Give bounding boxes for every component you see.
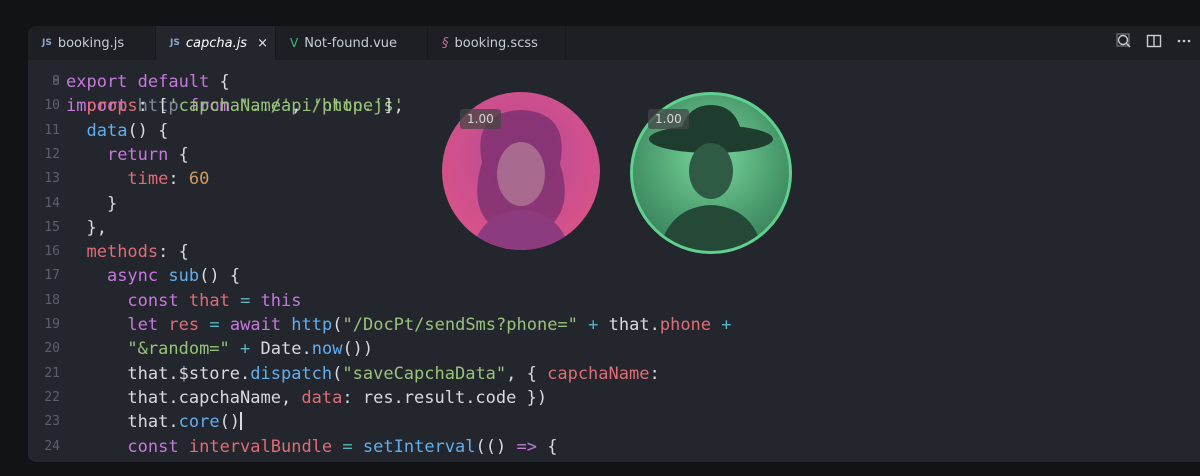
line-number: 9 [52,74,60,89]
tab-bar: JS booking.js JS capcha.js × V Not-found… [28,26,1200,60]
line-number: 19 [44,317,60,332]
code-text: data() { [86,120,169,141]
code-text: const intervalBundle = setInterval(() =>… [127,436,558,457]
line-number: 23 [44,414,60,430]
code-text: "&random=" + Date.now()) [127,339,374,360]
zoom-level-label-left: 1.00 [460,109,501,129]
line-number: 21 [44,365,60,381]
line-number: 12 [44,146,60,162]
code-editor[interactable]: 8 import http from '../api/http.js' 9 exp… [28,60,1200,462]
tab-booking-scss[interactable]: § booking.scss [428,26,566,60]
code-text: const that = this [127,290,302,311]
tab-label: booking.scss [454,35,538,51]
code-text: that.core() [127,412,243,433]
code-text: let res = await http("/DocPt/sendSms?pho… [127,315,732,335]
line-number: 22 [44,389,60,405]
code-text: } [106,193,118,214]
code-line-partial: 8 import http from '../api/http.js' [52,74,404,116]
search-icon[interactable] [1116,33,1132,53]
code-text: that.capchaName, data: res.result.code }… [127,387,548,408]
tab-not-found-vue[interactable]: V Not-found.vue [276,26,428,60]
code-text: return { [106,144,189,165]
code-text: methods: { [86,242,189,263]
editor-actions [1116,26,1192,60]
scss-file-icon: § [442,35,449,51]
close-icon[interactable]: × [257,36,268,51]
line-number: 11 [44,122,60,138]
tab-label: capcha.js [185,35,248,51]
code-text: that.$store.dispatch("saveCapchaData", {… [127,363,660,384]
code-text: props: ['capchaName', 'phone'], [86,96,404,117]
line-number: 17 [44,268,60,284]
tab-label: Not-found.vue [304,35,398,51]
js-file-icon: JS [170,38,180,48]
editor-window: JS booking.js JS capcha.js × V Not-found… [28,26,1200,462]
line-number: 15 [44,219,60,235]
split-editor-icon[interactable] [1146,33,1162,53]
line-number: 18 [44,292,60,308]
tab-capcha-js[interactable]: JS capcha.js × [156,26,276,60]
line-number: 14 [44,195,60,211]
line-number: 13 [44,171,60,187]
code-text: time: 60 [127,169,210,190]
line-number: 20 [44,341,60,357]
line-number: 16 [44,244,60,260]
line-number: 24 [44,438,60,454]
vue-file-icon: V [290,36,299,50]
zoom-level-label-right: 1.00 [648,109,689,129]
code-text: export default { [66,72,230,92]
more-icon[interactable] [1176,33,1192,53]
line-number: 10 [44,98,60,114]
code-text: async sub() { [106,266,241,287]
code-text: }, [86,217,107,238]
